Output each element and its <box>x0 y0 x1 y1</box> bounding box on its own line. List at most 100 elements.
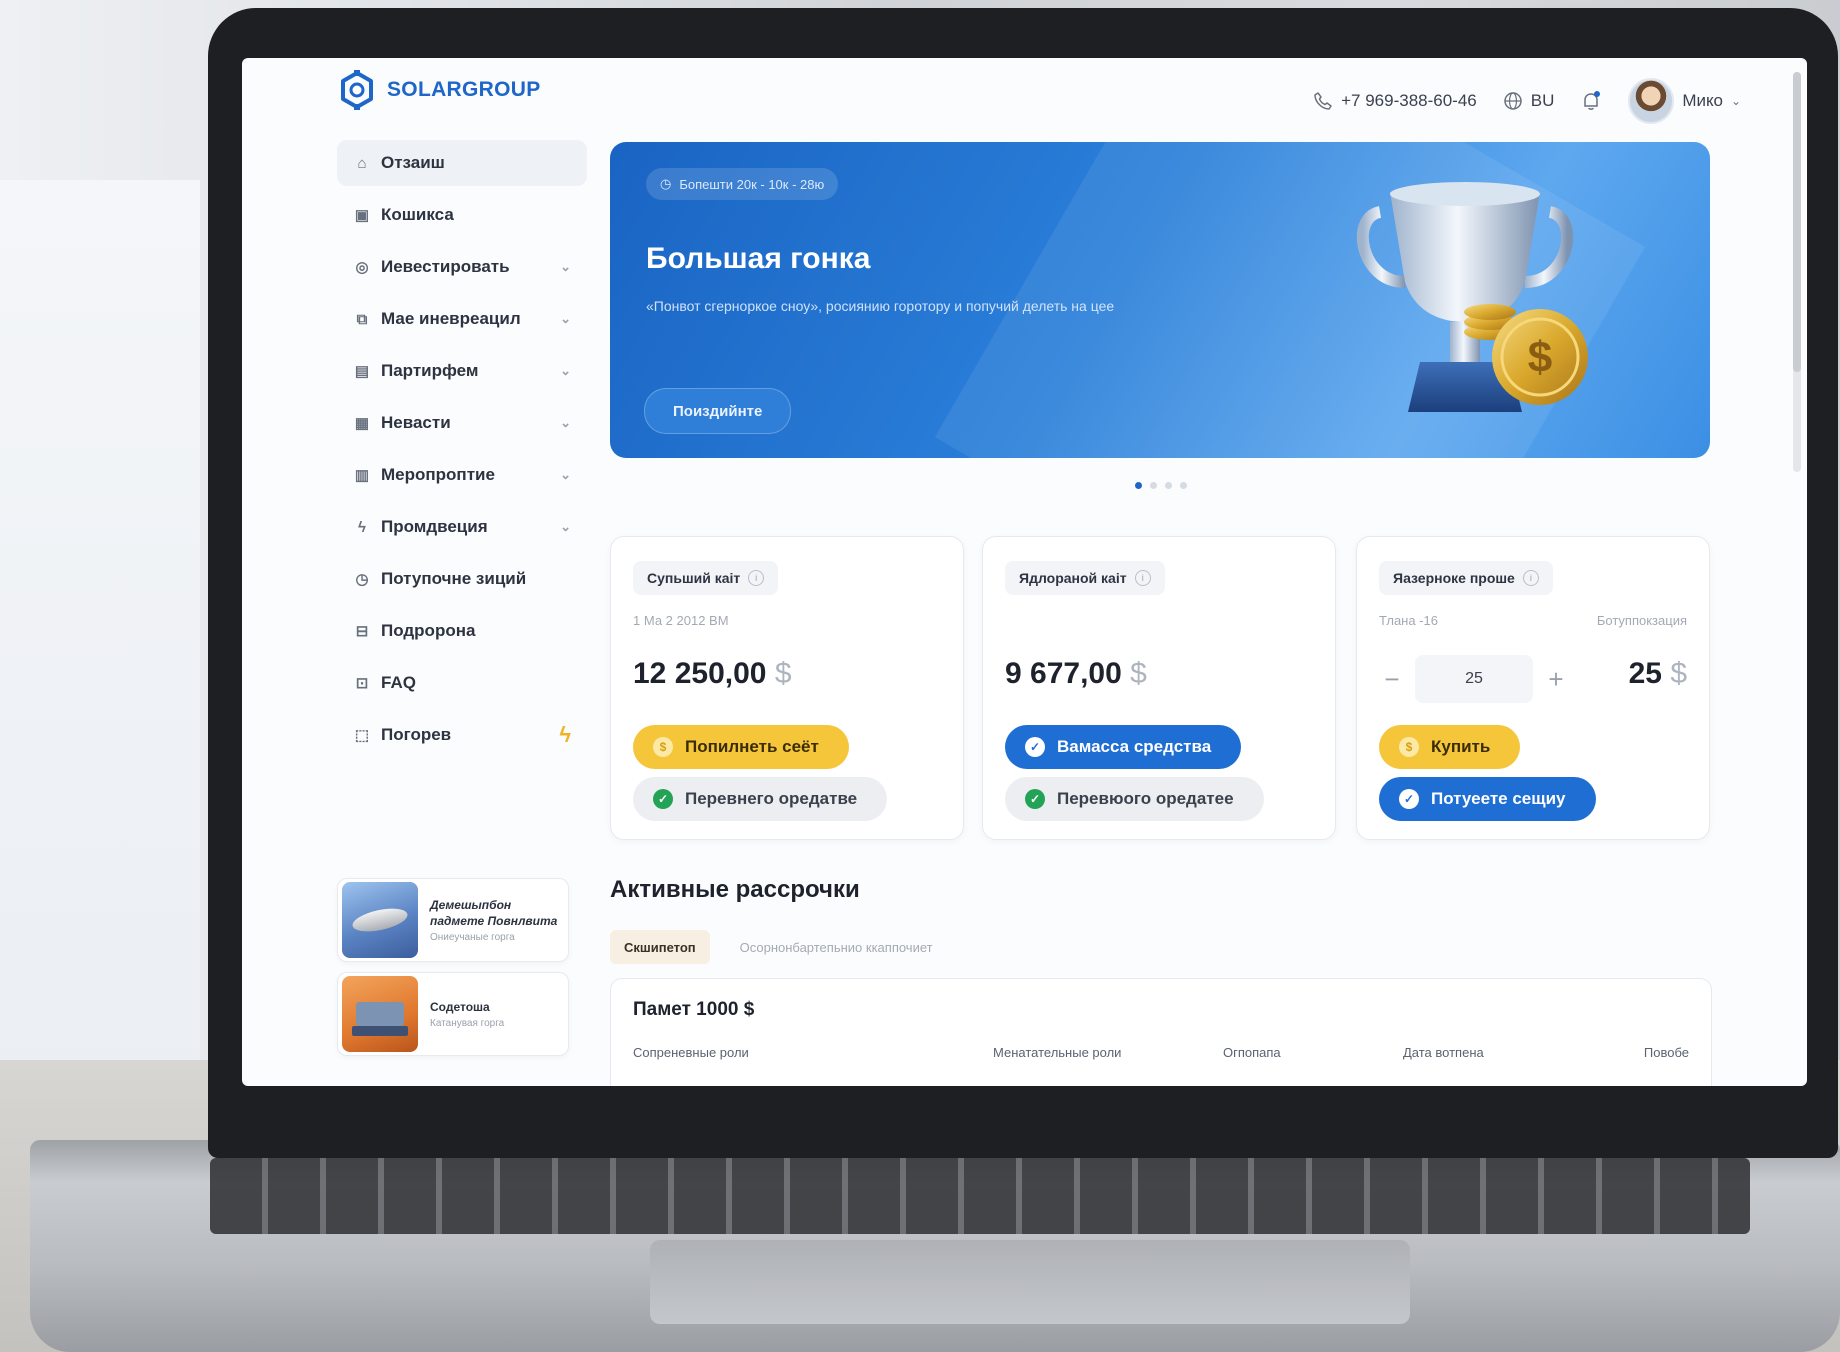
chevron-down-icon: ⌄ <box>560 311 571 326</box>
info-icon[interactable]: i <box>1134 570 1151 586</box>
tag-icon: ⬚ <box>354 727 370 744</box>
sidebar-item-support[interactable]: ⊟ Подророна <box>337 608 587 654</box>
banner-cta-button[interactable]: Поиздийнте <box>644 388 792 434</box>
purchase-card: Яазерноке проше i Тлана -16 Ботуппокзаци… <box>1356 536 1710 840</box>
card-amount: 12 250,00 $ <box>633 657 792 691</box>
card-amount: 9 677,00 $ <box>1005 657 1147 691</box>
faq-icon: ⊡ <box>355 675 369 692</box>
sidebar-item-rewards[interactable]: ⬚ Погорев ϟ <box>337 712 587 758</box>
sidebar-item-label: Невасти <box>381 413 451 432</box>
airship-thumbnail <box>342 882 418 958</box>
partner-icon: ▤ <box>354 363 370 380</box>
sidebar-item-label: Подророна <box>381 621 476 640</box>
banner-description: «Понвот сгерноркое сноу», росиянию горот… <box>646 298 1115 314</box>
promo-title: Содетоша <box>430 999 490 1014</box>
chevron-down-icon: ⌄ <box>560 415 571 430</box>
svg-text:$: $ <box>1528 333 1552 382</box>
sidebar-item-faq[interactable]: ⊡ FAQ <box>337 660 587 706</box>
sidebar-item-wallet[interactable]: ▣ Кошикса <box>337 192 587 238</box>
promo-title: Демешыпбон падмете Повнлвита <box>430 897 558 928</box>
column-header: Огпопапа <box>1223 1045 1281 1060</box>
quantity-input[interactable]: 25 <box>1415 655 1533 703</box>
language-code: BU <box>1530 91 1555 110</box>
header-actions: +7 969-388-60-46 BU Mикo ⌄ <box>1313 78 1741 124</box>
solar-logo-icon <box>337 70 377 110</box>
decrement-button[interactable]: − <box>1379 664 1405 695</box>
tab-active[interactable]: Скшипетоп <box>610 930 710 964</box>
transfer-button[interactable]: ✓ Перевнего оредатве <box>633 777 888 821</box>
sidebar-item-events[interactable]: ▥ Меропроптие ⌄ <box>337 452 587 498</box>
top-up-button[interactable]: $ Попилнеть сеёт <box>633 725 849 769</box>
trophy-icon: $ <box>1356 182 1588 412</box>
carousel-dot[interactable] <box>1165 482 1172 489</box>
sidebar-item-my-investments[interactable]: ⧉ Мае иневреацил ⌄ <box>337 296 587 342</box>
carousel-dot[interactable] <box>1150 482 1157 489</box>
user-menu[interactable]: Mикo ⌄ <box>1628 78 1741 124</box>
phone-link[interactable]: +7 969-388-60-46 <box>1313 91 1477 111</box>
info-icon[interactable]: i <box>748 570 765 586</box>
laptop-keyboard <box>210 1158 1750 1234</box>
amount-value: 12 250,00 <box>633 657 767 690</box>
sidebar-item-home[interactable]: ⌂ Отзаиш <box>337 140 587 186</box>
globe-icon <box>1504 92 1522 110</box>
increment-button[interactable]: + <box>1543 664 1569 695</box>
card-tag-label: Супьший каіт <box>647 570 741 586</box>
sidebar-item-label: Иевестировать <box>381 257 510 276</box>
info-icon[interactable]: i <box>1522 570 1539 586</box>
notifications-button[interactable] <box>1580 90 1602 112</box>
card-subtitle-right: Ботуппокзация <box>1596 613 1687 628</box>
card-tag: Супьший каіт i <box>633 561 779 595</box>
button-label: Вамасса средства <box>1057 737 1212 756</box>
sidebar-item-history[interactable]: ◷ Потупочне зиций <box>337 556 587 602</box>
events-icon: ▥ <box>354 467 370 484</box>
promo-card-cargo[interactable]: Содетоша Катанувая горга <box>337 972 569 1056</box>
sidebar-item-promotion[interactable]: ϟ Промдвеция ⌄ <box>337 504 587 550</box>
currency-symbol: $ <box>1130 657 1147 690</box>
confirm-button[interactable]: ✓ Потуеете сещиу <box>1379 777 1596 821</box>
bell-icon <box>1584 91 1601 110</box>
carousel-dots <box>1135 482 1187 489</box>
card-tag: Яазерноке проше i <box>1379 561 1553 595</box>
wallet-card-secondary: Ядлораной каіт i 9 677,00 $ ✓ Вамасса ср… <box>982 536 1336 840</box>
promo-subtitle: Катанувая горга <box>430 1018 505 1030</box>
column-header: Повобе <box>1643 1045 1689 1060</box>
sidebar-item-label: Меропроптие <box>381 465 495 484</box>
transfer-button[interactable]: ✓ Перевюого оредатее <box>1005 777 1264 821</box>
installment-card: Памет 1000 $ Сопреневные роли Менататель… <box>610 978 1712 1086</box>
coin-icon: $ <box>1399 737 1419 757</box>
withdraw-button[interactable]: ✓ Вамасса средства <box>1005 725 1242 769</box>
sidebar-item-label: Промдвеция <box>381 517 488 536</box>
card-tag-label: Яазерноке проше <box>1393 570 1515 586</box>
column-header: Дата вотпена <box>1403 1045 1484 1060</box>
home-icon: ⌂ <box>357 154 367 172</box>
brand-logo[interactable]: SOLARGROUP <box>337 70 541 110</box>
tab-inactive[interactable]: Осорнонбартепьнио ккаппочиет <box>726 930 947 964</box>
column-header: Менатательные роли <box>993 1045 1122 1060</box>
news-icon: ▦ <box>354 415 370 432</box>
sidebar-item-label: Партирфем <box>381 361 479 380</box>
support-icon: ⊟ <box>355 623 369 640</box>
scrollbar-thumb[interactable] <box>1793 72 1801 372</box>
sidebar-item-invest[interactable]: ◎ Иевестировать ⌄ <box>337 244 587 290</box>
promo-card-airship[interactable]: Демешыпбон падмете Повнлвита Ониеучаные … <box>337 878 569 962</box>
sidebar-item-label: Кошикса <box>381 205 454 224</box>
column-header: Сопреневные роли <box>633 1045 749 1060</box>
sidebar-item-partners[interactable]: ▤ Партирфем ⌄ <box>337 348 587 394</box>
buy-button[interactable]: $ Купить <box>1379 725 1521 769</box>
cargo-thumbnail <box>342 976 418 1052</box>
card-subtitle: Тлана -16 <box>1379 613 1438 628</box>
language-switcher[interactable]: BU <box>1503 91 1555 111</box>
phone-icon <box>1314 92 1332 110</box>
sidebar-item-label: Мае иневреацил <box>381 309 521 328</box>
carousel-dot[interactable] <box>1135 482 1142 489</box>
sidebar-item-news[interactable]: ▦ Невасти ⌄ <box>337 400 587 446</box>
carousel-dot[interactable] <box>1180 482 1187 489</box>
promo-banner[interactable]: ◷ Бопешти 20к - 10к - 28ю Большая гонка … <box>610 142 1710 458</box>
sidebar-item-label: FAQ <box>381 673 416 692</box>
check-icon: ✓ <box>1025 737 1045 757</box>
brand-name: SOLARGROUP <box>387 78 541 101</box>
button-label: Попилнеть сеёт <box>685 737 819 756</box>
chevron-down-icon: ⌄ <box>560 519 571 534</box>
button-label: Перевнего оредатве <box>685 789 858 808</box>
wallet-card-main: Супьший каіт i 1 Ма 2 2012 ВМ 12 250,00 … <box>610 536 964 840</box>
